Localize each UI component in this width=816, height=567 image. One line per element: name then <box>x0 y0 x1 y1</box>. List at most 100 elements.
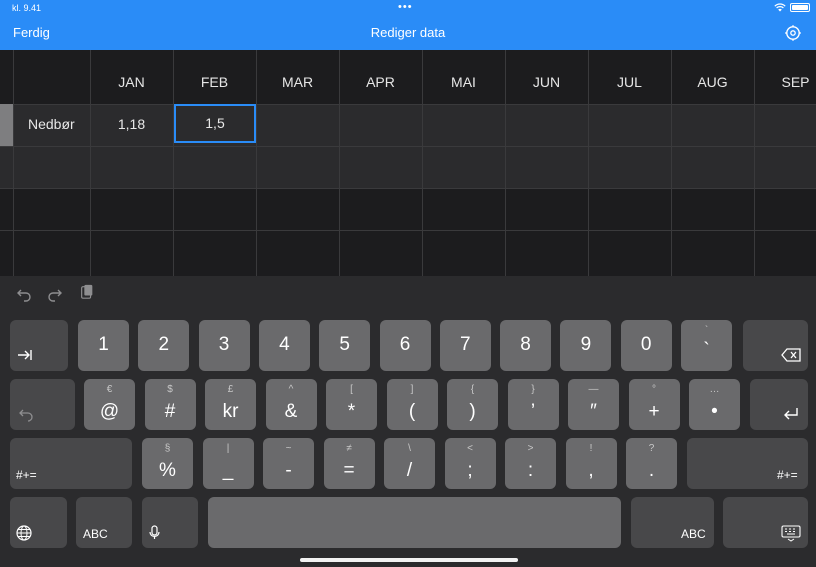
column-header-jan[interactable]: JAN <box>90 74 173 90</box>
key-alt-label: \ <box>408 443 411 454</box>
return-icon <box>784 408 798 420</box>
symbol-key[interactable]: <; <box>444 438 496 489</box>
symbol-key[interactable]: ^ & <box>265 379 317 430</box>
symbol-key[interactable]: | _ <box>202 438 254 489</box>
shift-symbols-left-key[interactable]: #+= <box>10 438 132 489</box>
paste-icon[interactable] <box>79 284 95 300</box>
digit-key-6[interactable]: 6 <box>379 320 431 371</box>
key-label: = <box>343 460 355 481</box>
row-label-cell[interactable]: Nedbør <box>28 116 75 132</box>
key-label: : <box>527 460 534 481</box>
multitasking-dots[interactable]: ••• <box>398 1 413 13</box>
digit-key-7[interactable]: 7 <box>439 320 491 371</box>
digit-key-9[interactable]: 9 <box>560 320 612 371</box>
key-label: 3 <box>218 334 230 355</box>
symbol-key[interactable]: ?. <box>626 438 677 489</box>
backspace-icon <box>781 348 801 362</box>
key-label: % <box>159 460 176 481</box>
key-label: # <box>164 401 176 422</box>
column-header-feb[interactable]: FEB <box>173 74 256 90</box>
column-header-mai[interactable]: MAI <box>422 74 505 90</box>
symbol-key[interactable]: §% <box>142 438 193 489</box>
symbol-key[interactable]: !, <box>565 438 617 489</box>
symbol-key[interactable]: \ / <box>384 438 435 489</box>
digit-key-1[interactable]: 1 <box>78 320 129 371</box>
symbol-key[interactable]: … • <box>689 379 740 430</box>
column-header-apr[interactable]: APR <box>339 74 422 90</box>
backtick-key[interactable]: ` ` <box>681 320 732 371</box>
app-window: kl. 9.41 ••• Ferdig Rediger data JAN FEB… <box>0 0 816 567</box>
symbol-key[interactable]: {) <box>447 379 498 430</box>
keyboard-toolbar <box>0 276 816 312</box>
table-row <box>0 146 816 188</box>
backspace-key[interactable] <box>743 320 808 371</box>
digit-key-3[interactable]: 3 <box>198 320 250 371</box>
selected-cell-feb[interactable]: 1,5 <box>174 104 256 143</box>
dismiss-keyboard-key[interactable] <box>723 497 808 548</box>
wifi-icon <box>774 3 786 12</box>
symbol-key[interactable]: }’ <box>507 379 559 430</box>
key-label: ` <box>703 340 710 361</box>
key-alt-label: $ <box>167 384 173 395</box>
cell-jan[interactable]: 1,18 <box>90 116 173 132</box>
key-label: ) <box>469 401 476 422</box>
column-header-mar[interactable]: MAR <box>256 74 339 90</box>
key-alt-label: ` <box>704 325 709 336</box>
tab-key[interactable] <box>10 320 68 371</box>
abc-key-left[interactable]: ABC <box>76 497 132 548</box>
keyboard-dismiss-icon <box>781 525 801 542</box>
return-key[interactable] <box>750 379 808 430</box>
gear-icon[interactable] <box>784 24 802 42</box>
key-alt-label: ] <box>410 384 414 395</box>
column-header-jun[interactable]: JUN <box>505 74 588 90</box>
undo-key[interactable] <box>10 379 75 430</box>
key-alt-label: > <box>527 443 534 454</box>
symbol-key[interactable]: $ # <box>144 379 196 430</box>
digit-key-8[interactable]: 8 <box>500 320 552 371</box>
key-label: ABC <box>83 527 108 541</box>
key-alt-label: — <box>588 384 599 395</box>
key-alt-label: € <box>106 384 113 395</box>
globe-key[interactable] <box>10 497 67 548</box>
symbol-key[interactable]: ° + <box>628 379 680 430</box>
key-alt-label: § <box>164 443 171 454</box>
symbol-key[interactable]: £ kr <box>205 379 256 430</box>
symbol-key[interactable]: ≠ = <box>323 438 375 489</box>
abc-key-right[interactable]: ABC <box>631 497 714 548</box>
column-header-jul[interactable]: JUL <box>588 74 671 90</box>
key-label: * <box>347 401 356 422</box>
key-alt-label: < <box>467 443 473 454</box>
digit-key-2[interactable]: 2 <box>138 320 190 371</box>
key-label: + <box>648 401 660 422</box>
key-alt-label: | <box>226 443 230 454</box>
key-label: ( <box>408 401 416 422</box>
dictation-key[interactable] <box>142 497 198 548</box>
key-alt-label: ^ <box>288 384 294 395</box>
key-alt-label: £ <box>227 384 234 395</box>
row-selector-handle[interactable] <box>0 104 13 146</box>
symbol-key[interactable]: ]( <box>386 379 438 430</box>
column-header-sep[interactable]: SEP <box>754 74 816 90</box>
table-row <box>0 230 816 276</box>
space-bar[interactable] <box>208 497 621 548</box>
key-alt-label: ° <box>652 384 656 395</box>
shift-symbols-right-key[interactable]: #+= <box>687 438 808 489</box>
undo-icon <box>19 409 33 422</box>
digit-key-4[interactable]: 4 <box>258 320 310 371</box>
digit-key-0[interactable]: 0 <box>620 320 672 371</box>
undo-icon[interactable] <box>16 286 32 302</box>
key-label: #+= <box>777 468 798 482</box>
redo-icon[interactable] <box>47 286 63 302</box>
key-label: , <box>588 460 594 481</box>
symbol-key[interactable]: — ″ <box>568 379 619 430</box>
symbol-key[interactable]: [* <box>326 379 377 430</box>
on-screen-keyboard: 1 2 3 4 5 6 7 8 9 0 ` ` € @ $ # £ kr ^ &[*]({)}’ — ″ ° +… • #+= §%… <box>0 276 816 567</box>
status-time: kl. 9.41 <box>12 3 42 13</box>
symbol-key[interactable]: >: <box>505 438 556 489</box>
key-alt-label: ~ <box>285 443 292 454</box>
data-grid: JAN FEB MAR APR MAI JUN JUL AUG SEP Nedb… <box>0 50 816 276</box>
digit-key-5[interactable]: 5 <box>319 320 371 371</box>
symbol-key[interactable]: ~ - <box>263 438 314 489</box>
column-header-aug[interactable]: AUG <box>671 74 754 90</box>
symbol-key[interactable]: € @ <box>84 379 135 430</box>
